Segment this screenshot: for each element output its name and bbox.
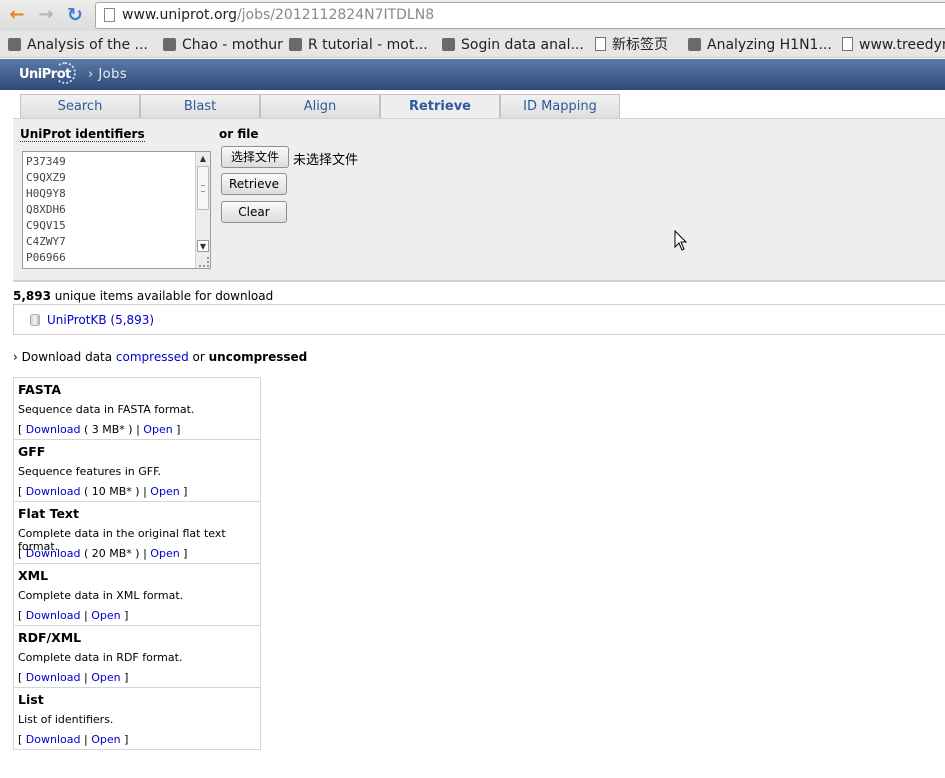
identifiers-text: P37349 C9QXZ9 H0Q9Y8 Q8XDH6 C9QV15 C4ZWY… [26,155,66,264]
download-link[interactable]: Download [26,485,81,498]
clear-button[interactable]: Clear [221,201,287,223]
forward-arrow-icon[interactable]: → [35,4,57,26]
identifiers-label: UniProt identifiers [20,127,145,142]
format-fasta: FASTA Sequence data in FASTA format. [ D… [14,378,260,440]
textarea-scrollbar[interactable]: ▲ ▼ [195,152,210,268]
reload-icon[interactable]: ↻ [64,4,86,26]
scroll-down-icon[interactable]: ▼ [197,240,209,252]
uniprotkb-link[interactable]: UniProtKB (5,893) [47,313,154,327]
database-icon [30,314,40,326]
no-file-chosen-text: 未选择文件 [293,153,359,168]
bookmark-item[interactable]: Analysis of the ... [8,35,148,55]
download-link[interactable]: Download [26,671,81,684]
file-label: or file [219,127,259,141]
bookmarks-bar: Analysis of the ... Chao - mothur R tuto… [0,31,945,58]
page-icon [104,8,115,22]
tab-retrieve[interactable]: Retrieve [380,94,500,119]
format-list: List List of identifiers. [ Download | O… [18,692,129,746]
compressed-link[interactable]: compressed [116,350,189,364]
apple-icon [442,38,455,51]
unique-items-text: 5,893 unique items available for downloa… [13,289,274,303]
database-row: UniProtKB (5,893) [13,304,945,335]
format-list: FASTA Sequence data in FASTA format. [ D… [13,377,261,750]
page-icon [595,37,606,51]
bookmark-item[interactable]: www.treedyn [842,35,945,55]
download-link[interactable]: Download [26,733,81,746]
retrieve-button[interactable]: Retrieve [221,173,287,195]
bookmark-item[interactable]: Sogin data anal... [442,35,584,55]
open-link[interactable]: Open [91,609,120,622]
tab-blast[interactable]: Blast [140,94,260,118]
download-link[interactable]: Download [26,423,81,436]
open-link[interactable]: Open [150,485,179,498]
download-link[interactable]: Download [26,547,81,560]
address-bar[interactable]: www.uniprot.org/jobs/2012112824N7ITDLN8 [95,2,945,29]
mouse-cursor-icon [674,230,688,251]
scroll-up-icon[interactable]: ▲ [197,153,209,165]
breadcrumb[interactable]: › Jobs [88,67,127,82]
browser-toolbar: ← → ↻ www.uniprot.org/jobs/2012112824N7I… [0,0,945,31]
apple-icon [688,38,701,51]
uniprot-header: UniProt › Jobs [0,59,945,90]
open-link[interactable]: Open [91,733,120,746]
download-options: › Download data compressed or uncompress… [13,350,308,364]
tab-id-mapping[interactable]: ID Mapping [500,94,620,118]
bookmark-item[interactable]: R tutorial - mot... [289,35,428,55]
bookmark-item[interactable]: Chao - mothur [163,35,283,55]
bookmark-item[interactable]: 新标签页 [595,35,668,55]
retrieve-panel: UniProt identifiers or file P37349 C9QXZ… [13,118,945,282]
tab-align[interactable]: Align [260,94,380,118]
format-flat-text: Flat Text Complete data in the original … [14,502,260,564]
logo-ring-icon [54,62,76,84]
uncompressed-label: uncompressed [208,350,308,364]
format-rdf-xml: RDF/XML Complete data in RDF format. [ D… [14,626,260,688]
tab-search[interactable]: Search [20,94,140,118]
scroll-thumb[interactable] [197,166,209,210]
apple-icon [8,38,21,51]
apple-icon [163,38,176,51]
apple-icon [289,38,302,51]
open-link[interactable]: Open [143,423,172,436]
open-link[interactable]: Open [91,671,120,684]
choose-file-button[interactable]: 选择文件 [221,146,289,168]
format-gff: GFF Sequence features in GFF. [ Download… [14,440,260,502]
url-text: www.uniprot.org/jobs/2012112824N7ITDLN8 [122,7,435,23]
page-icon [842,37,853,51]
identifiers-textarea[interactable]: P37349 C9QXZ9 H0Q9Y8 Q8XDH6 C9QV15 C4ZWY… [22,151,211,269]
download-link[interactable]: Download [26,609,81,622]
bookmark-item[interactable]: Analyzing H1N1... [688,35,832,55]
back-arrow-icon[interactable]: ← [6,4,28,26]
format-xml: XML Complete data in XML format. [ Downl… [14,564,260,626]
open-link[interactable]: Open [150,547,179,560]
resize-grip-icon[interactable] [199,257,209,267]
